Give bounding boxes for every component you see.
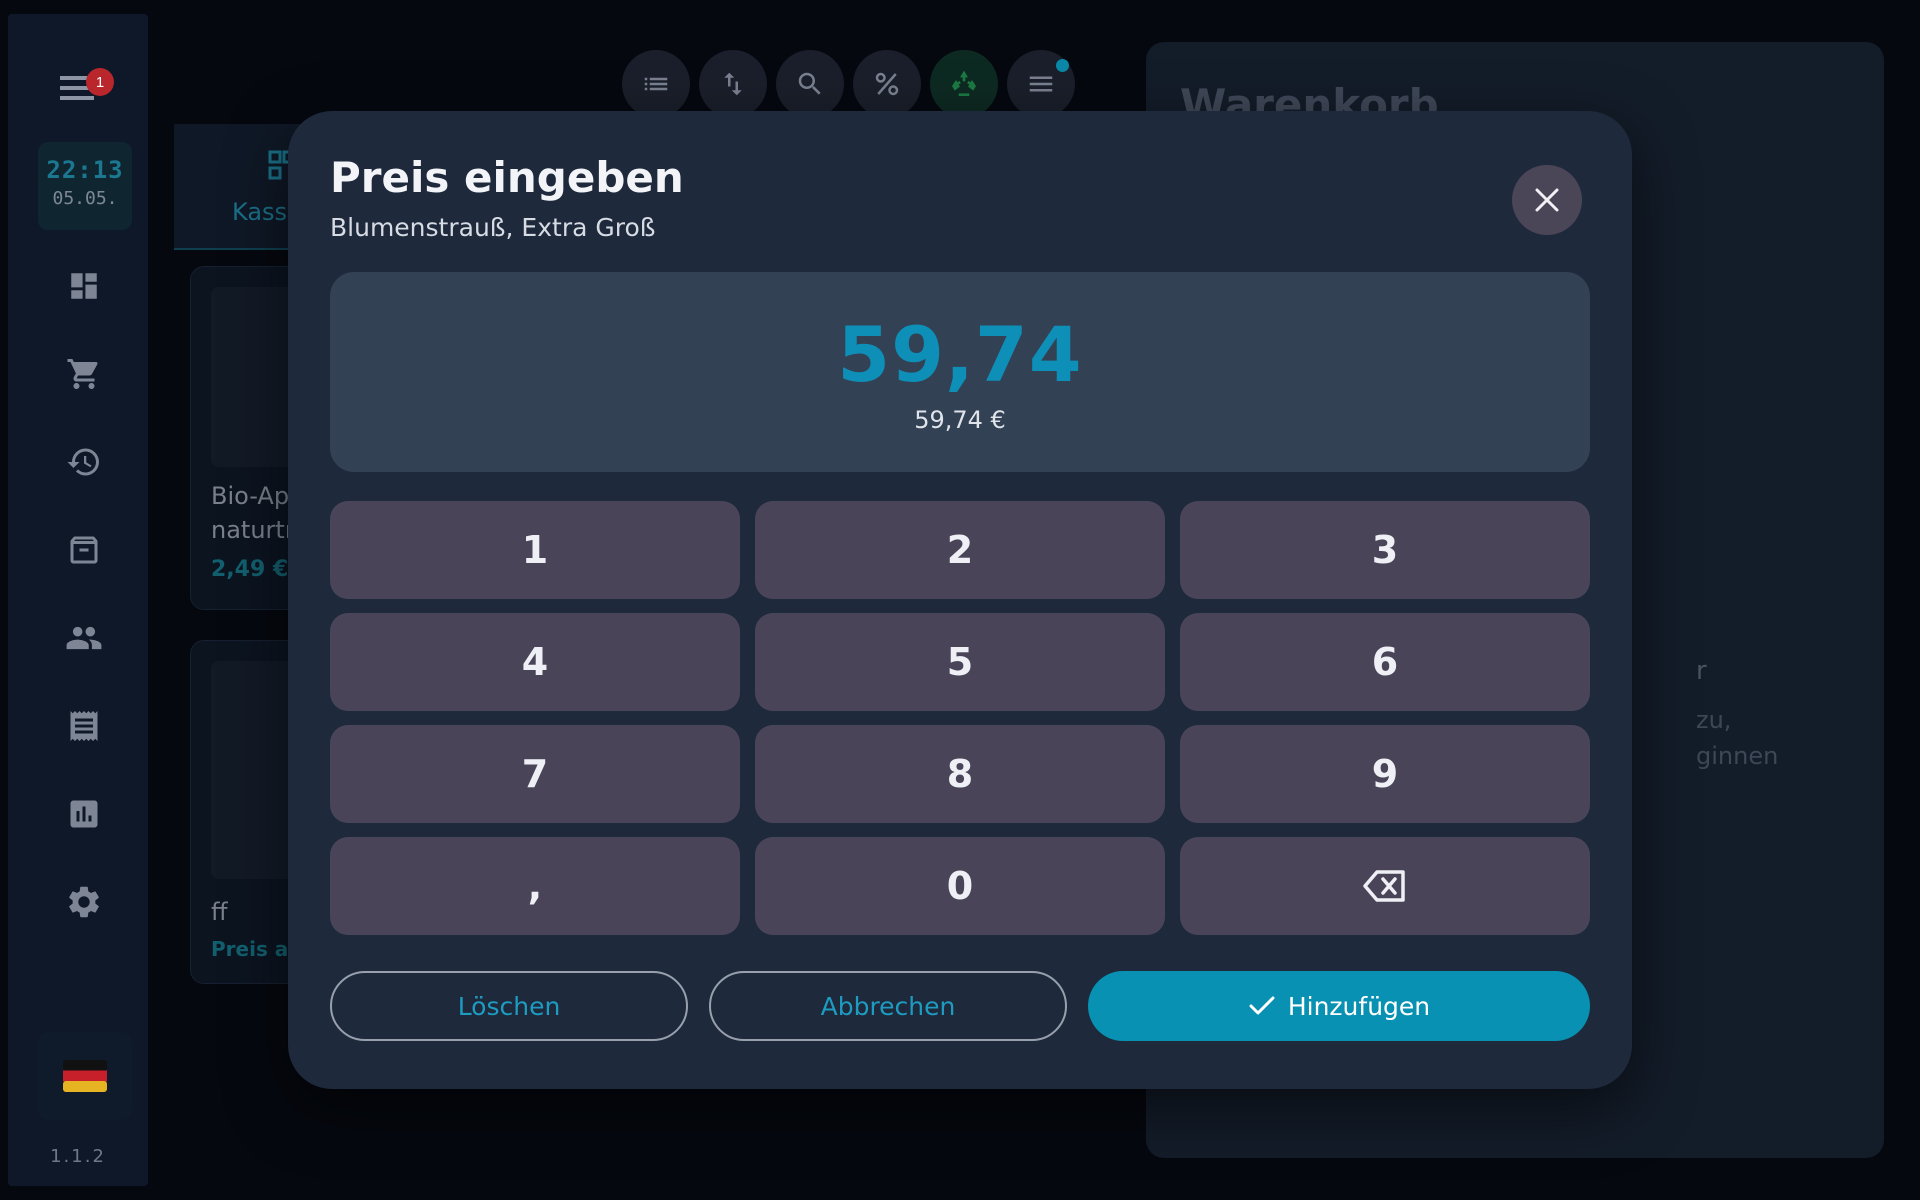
percent-icon — [875, 72, 899, 96]
recycle-icon — [952, 70, 976, 96]
key-3[interactable]: 3 — [1180, 501, 1590, 599]
price-entry-dialog: Preis eingeben Blumenstrauß, Extra Groß … — [288, 111, 1632, 1089]
list-icon — [644, 77, 668, 91]
customers-icon[interactable] — [62, 616, 106, 660]
recycle-button[interactable] — [930, 50, 998, 118]
cart-empty-line2: ginnen — [1696, 742, 1779, 770]
price-formatted: 59,74 € — [914, 406, 1006, 434]
language-flag-icon[interactable] — [38, 1032, 132, 1120]
key-5[interactable]: 5 — [755, 613, 1165, 711]
check-icon — [1249, 996, 1275, 1015]
list-view-button[interactable] — [622, 50, 690, 118]
clock-date: 05.05. — [52, 188, 118, 209]
cart-empty-line1: zu, — [1696, 706, 1732, 734]
search-button[interactable] — [776, 50, 844, 118]
cart-icon[interactable] — [62, 352, 106, 396]
history-icon[interactable] — [62, 440, 106, 484]
key-8[interactable]: 8 — [755, 725, 1165, 823]
clock: 22:13 05.05. — [38, 142, 132, 230]
dialog-subtitle: Blumenstrauß, Extra Groß — [330, 213, 656, 242]
key-6[interactable]: 6 — [1180, 613, 1590, 711]
discount-button[interactable] — [853, 50, 921, 118]
app-version: 1.1.2 — [50, 1146, 106, 1167]
backspace-icon — [1363, 870, 1405, 902]
receipt-icon[interactable] — [62, 704, 106, 748]
price-value: 59,74 — [837, 310, 1083, 399]
sort-icon — [724, 72, 742, 96]
archive-icon[interactable] — [62, 528, 106, 572]
numeric-keypad: 1 2 3 4 5 6 7 8 9 , 0 — [330, 501, 1590, 935]
sidebar: 1 22:13 05.05. 1.1.2 — [8, 14, 148, 1186]
cancel-button[interactable]: Abbrechen — [709, 971, 1067, 1041]
add-button-label: Hinzufügen — [1287, 991, 1431, 1021]
key-7[interactable]: 7 — [330, 725, 740, 823]
key-0[interactable]: 0 — [755, 837, 1165, 935]
key-1[interactable]: 1 — [330, 501, 740, 599]
sort-button[interactable] — [699, 50, 767, 118]
backspace-button[interactable] — [1180, 837, 1590, 935]
clear-button[interactable]: Löschen — [330, 971, 688, 1041]
close-button[interactable] — [1512, 165, 1582, 235]
price-display: 59,74 59,74 € — [330, 272, 1590, 472]
key-9[interactable]: 9 — [1180, 725, 1590, 823]
notification-badge: 1 — [86, 68, 114, 96]
dashboard-icon[interactable] — [62, 264, 106, 308]
add-button[interactable]: Hinzufügen — [1088, 971, 1590, 1041]
notification-dot — [1056, 59, 1069, 72]
cart-empty-text: zu, ginnen — [1696, 702, 1778, 774]
cart-empty-title: r — [1696, 656, 1707, 686]
reports-icon[interactable] — [62, 792, 106, 836]
settings-icon[interactable] — [62, 880, 106, 924]
key-decimal-comma[interactable]: , — [330, 837, 740, 935]
dialog-title: Preis eingeben — [330, 153, 684, 202]
search-icon — [798, 72, 821, 95]
key-4[interactable]: 4 — [330, 613, 740, 711]
close-icon — [1535, 188, 1559, 212]
tab-kasse[interactable]: Kass — [232, 198, 287, 226]
menu-icon — [1029, 76, 1053, 92]
key-2[interactable]: 2 — [755, 501, 1165, 599]
clock-time: 22:13 — [46, 156, 124, 184]
